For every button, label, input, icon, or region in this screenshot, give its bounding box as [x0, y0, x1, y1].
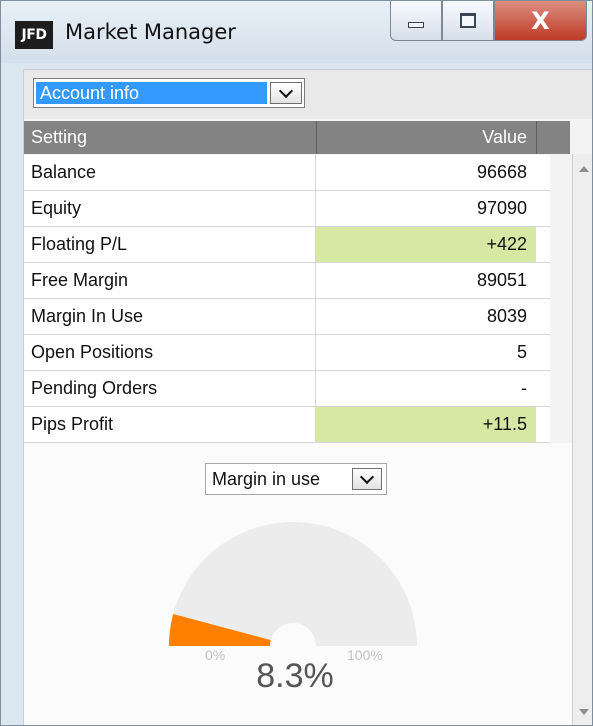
setting-label: Margin In Use: [24, 299, 316, 334]
setting-value: 97090: [476, 198, 527, 218]
table-header-cap: [536, 121, 570, 154]
selector-bar: Account info: [23, 69, 592, 119]
minimize-icon: [408, 21, 424, 28]
setting-value: 96668: [476, 162, 527, 182]
setting-label: Open Positions: [24, 335, 316, 370]
scroll-up-button[interactable]: [573, 154, 592, 184]
gauge-panel: Margin in use 0% 100% 8.3%: [24, 443, 572, 725]
setting-value: 89051: [476, 270, 527, 290]
setting-value: +422: [316, 227, 536, 262]
chevron-down-icon: [278, 83, 294, 99]
window-title: Market Manager: [65, 20, 236, 44]
setting-value: 5: [516, 342, 527, 362]
table-row[interactable]: Pending Orders -: [24, 371, 550, 407]
column-divider: [316, 121, 317, 154]
scroll-down-button[interactable]: [573, 697, 592, 725]
vertical-scrollbar[interactable]: [572, 154, 592, 725]
setting-label: Pending Orders: [24, 371, 316, 406]
setting-value: +11.5: [316, 407, 536, 442]
account-view-select[interactable]: Account info: [33, 78, 305, 108]
setting-value: 8039: [486, 306, 527, 326]
account-info-table: Balance 96668 Equity 97090 Floating P/L …: [24, 155, 550, 443]
setting-label: Pips Profit: [24, 407, 316, 442]
table-header: Setting Value: [24, 121, 536, 154]
setting-label: Equity: [24, 191, 316, 226]
gauge-value-label: 8.3%: [256, 657, 334, 695]
title-bar[interactable]: JFD Market Manager X: [1, 1, 592, 63]
setting-label: Balance: [24, 155, 316, 190]
table-row[interactable]: Margin In Use 8039: [24, 299, 550, 335]
gauge-metric-dropdown-button[interactable]: [352, 468, 382, 490]
jfd-logo: JFD: [15, 21, 53, 49]
account-view-select-value: Account info: [36, 82, 267, 104]
setting-value: -: [521, 378, 527, 398]
gauge-max-label: 100%: [347, 647, 383, 663]
gauge-metric-select[interactable]: Margin in use: [205, 463, 387, 495]
maximize-button[interactable]: [442, 1, 494, 41]
value-column-header: Value: [482, 127, 527, 147]
close-button[interactable]: X: [494, 1, 587, 41]
chevron-down-icon: [359, 469, 375, 485]
table-row[interactable]: Open Positions 5: [24, 335, 550, 371]
table-row[interactable]: Free Margin 89051: [24, 263, 550, 299]
close-icon: X: [531, 6, 550, 35]
minimize-button[interactable]: [390, 1, 442, 41]
setting-label: Floating P/L: [24, 227, 316, 262]
account-view-dropdown-button[interactable]: [270, 82, 302, 104]
maximize-icon: [460, 13, 476, 28]
table-row[interactable]: Balance 96668: [24, 155, 550, 191]
gauge-min-label: 0%: [205, 647, 226, 663]
market-manager-window: JFD Market Manager X Account info Settin…: [0, 0, 593, 726]
setting-column-header: Setting: [31, 127, 88, 147]
table-row[interactable]: Equity 97090: [24, 191, 550, 227]
margin-gauge: [169, 522, 417, 646]
table-row[interactable]: Floating P/L +422: [24, 227, 550, 263]
table-row[interactable]: Pips Profit +11.5: [24, 407, 550, 443]
gauge-metric-select-value: Margin in use: [212, 468, 321, 489]
arrow-down-icon: [578, 709, 589, 715]
setting-label: Free Margin: [24, 263, 316, 298]
arrow-up-icon: [578, 166, 589, 172]
account-info-content: Setting Value Balance 96668 Equity 97090…: [23, 119, 592, 725]
